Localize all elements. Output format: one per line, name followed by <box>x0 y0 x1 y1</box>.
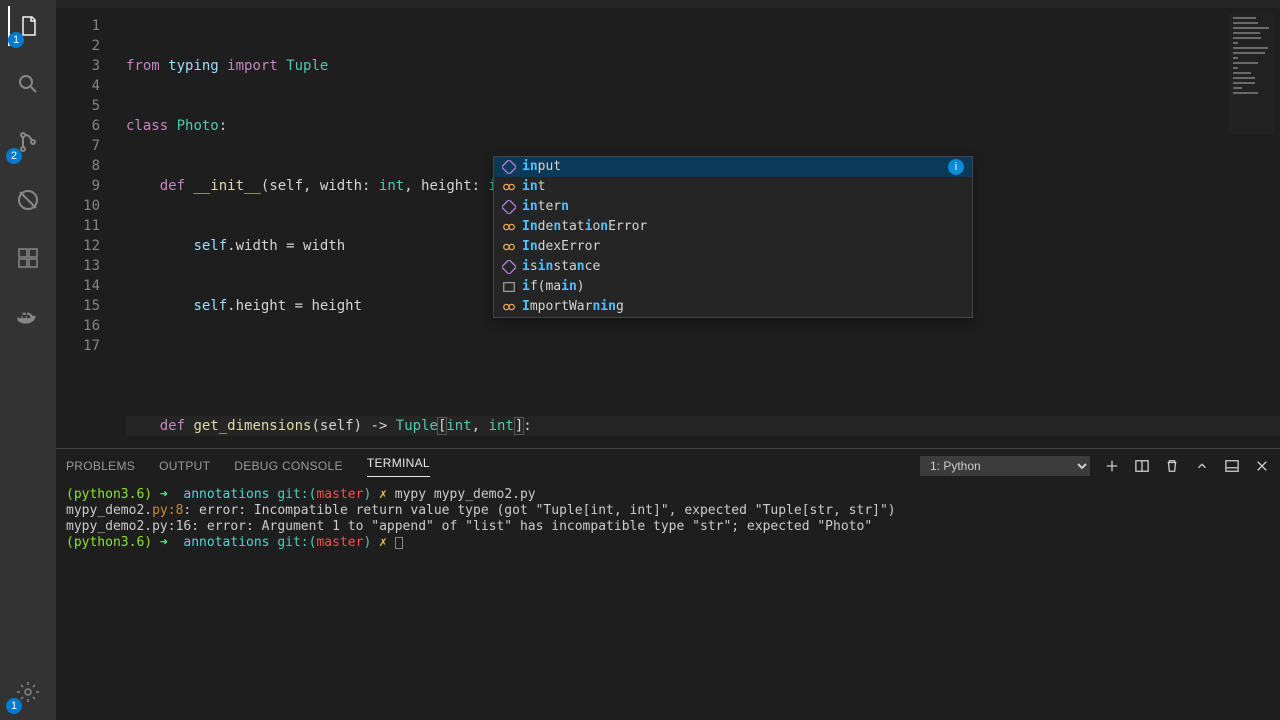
kill-terminal-icon[interactable] <box>1164 458 1180 474</box>
gear-badge: 1 <box>6 698 22 714</box>
editor-tabstrip <box>56 0 1280 8</box>
close-panel-icon[interactable] <box>1254 458 1270 474</box>
toggle-panel-icon[interactable] <box>1224 458 1240 474</box>
suggestion-item[interactable]: inputi <box>494 157 972 177</box>
main-area: 1234567891011121314151617 from typing im… <box>56 0 1280 720</box>
terminal-selector[interactable]: 1: Python <box>920 456 1090 476</box>
suggestion-item[interactable]: ImportWarning <box>494 297 972 317</box>
search-icon[interactable] <box>8 64 48 104</box>
docker-icon[interactable] <box>8 296 48 336</box>
panel-tabs: PROBLEMS OUTPUT DEBUG CONSOLE TERMINAL 1… <box>56 449 1280 483</box>
minimap[interactable] <box>1229 14 1274 134</box>
explorer-badge: 1 <box>8 32 24 48</box>
terminal-cursor <box>395 537 403 549</box>
suggestion-item[interactable]: isinstance <box>494 257 972 277</box>
intellisense-popup: inputiintinternIndentationErrorIndexErro… <box>493 156 973 318</box>
maximize-panel-icon[interactable] <box>1194 458 1210 474</box>
code-content[interactable]: from typing import Tuple class Photo: de… <box>118 8 1280 448</box>
terminal-output[interactable]: (python3.6) ➜ annotations git:(master) ✗… <box>56 483 1280 720</box>
suggestion-item[interactable]: intern <box>494 197 972 217</box>
code-editor[interactable]: 1234567891011121314151617 from typing im… <box>56 8 1280 448</box>
settings-gear-icon[interactable]: 1 <box>8 672 48 712</box>
new-terminal-icon[interactable] <box>1104 458 1120 474</box>
suggestion-item[interactable]: IndexError <box>494 237 972 257</box>
tab-output[interactable]: OUTPUT <box>159 459 210 473</box>
extensions-icon[interactable] <box>8 238 48 278</box>
info-icon[interactable]: i <box>948 159 964 175</box>
suggestion-item[interactable]: IndentationError <box>494 217 972 237</box>
debug-icon[interactable] <box>8 180 48 220</box>
tab-terminal[interactable]: TERMINAL <box>367 456 430 477</box>
explorer-icon[interactable]: 1 <box>8 6 48 46</box>
suggestion-item[interactable]: if(main) <box>494 277 972 297</box>
scm-icon[interactable]: 2 <box>8 122 48 162</box>
split-terminal-icon[interactable] <box>1134 458 1150 474</box>
scm-badge: 2 <box>6 148 22 164</box>
tab-problems[interactable]: PROBLEMS <box>66 459 135 473</box>
suggestion-item[interactable]: int <box>494 177 972 197</box>
activity-bar: 1 2 1 <box>0 0 56 720</box>
line-number-gutter: 1234567891011121314151617 <box>56 8 118 448</box>
tab-debug-console[interactable]: DEBUG CONSOLE <box>234 459 343 473</box>
bottom-panel: PROBLEMS OUTPUT DEBUG CONSOLE TERMINAL 1… <box>56 448 1280 720</box>
